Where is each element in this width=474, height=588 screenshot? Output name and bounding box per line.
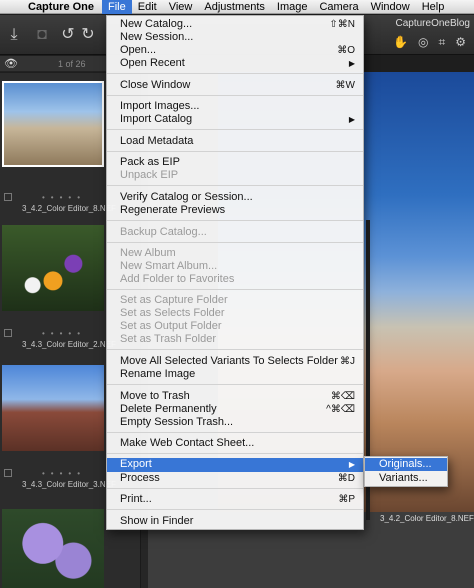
browser-count: 1 of 26 [58,59,86,69]
menu-item-load-metadata[interactable]: Load Metadata [107,135,363,148]
thumbnail-image[interactable] [2,225,104,311]
menu-camera[interactable]: Camera [313,0,364,14]
document-title: CaptureOneBlog [395,18,471,29]
menu-item-import-catalog[interactable]: Import Catalog ▶ [107,113,363,126]
viewer-caption: 3_4.2_Color Editor_8.NEF [380,514,474,523]
thumbnail-image[interactable] [2,81,104,167]
menu-item-close-window[interactable]: Close Window ⌘W [107,79,363,92]
menu-separator [107,242,363,243]
menu-separator [107,151,363,152]
menu-item-regenerate-previews[interactable]: Regenerate Previews [107,204,363,217]
menu-separator [107,129,363,130]
toolbar-right-tools: ✋ ◎ ⌗ ⚙ [393,35,466,50]
loupe-icon[interactable]: ◎ [418,35,428,50]
shortcut: ⌘O [337,45,355,56]
menu-separator [107,488,363,489]
eye-icon[interactable]: 👁 [4,57,18,70]
menu-item-open-recent[interactable]: Open Recent ▶ [107,57,363,70]
menu-item-rename-image[interactable]: Rename Image [107,368,363,381]
shortcut: ⌘W [335,80,355,91]
rotate-right-icon[interactable]: ↻ [78,25,98,45]
shortcut: ⌘P [338,494,355,505]
select-checkbox[interactable] [4,329,12,337]
menu-item-export[interactable]: Export ▶ [107,458,363,472]
menu-item-new-session[interactable]: New Session... [107,31,363,44]
menu-item-add-folder-favorites: Add Folder to Favorites [120,273,235,285]
menu-item-set-trash-folder: Set as Trash Folder [120,333,216,345]
shortcut: ^⌘⌫ [326,404,355,415]
menu-separator [107,185,363,186]
menu-view[interactable]: View [163,0,199,14]
menu-separator [107,95,363,96]
shortcut: ⌘⌫ [330,391,355,402]
menu-item-move-to-trash[interactable]: Move to Trash ⌘⌫ [107,390,363,403]
menu-bar: Capture One File Edit View Adjustments I… [0,0,474,14]
menu-separator [107,220,363,221]
menu-edit[interactable]: Edit [132,0,163,14]
rating-dots[interactable]: ••••• [42,193,86,202]
menu-item-open[interactable]: Open... ⌘O [107,44,363,57]
menu-item-pack-eip[interactable]: Pack as EIP [107,156,363,169]
select-checkbox[interactable] [4,193,12,201]
settings-icon[interactable]: ⚙ [455,35,466,50]
menu-separator [107,432,363,433]
menu-item-new-album: New Album [120,247,176,259]
menu-item-web-contact-sheet[interactable]: Make Web Contact Sheet... [107,437,363,450]
file-menu: New Catalog... ⇧⌘N New Session... Open...… [106,15,364,530]
menu-separator [107,453,363,454]
menu-file[interactable]: File [102,0,132,14]
menu-item-import-images[interactable]: Import Images... [107,100,363,113]
menu-item-delete-permanently[interactable]: Delete Permanently ^⌘⌫ [107,403,363,416]
submenu-item-variants[interactable]: Variants... [365,472,447,485]
select-checkbox[interactable] [4,469,12,477]
menu-item-move-to-selects[interactable]: Move All Selected Variants To Selects Fo… [107,355,363,368]
menu-item-set-capture-folder: Set as Capture Folder [120,294,228,306]
menu-app-name[interactable]: Capture One [24,0,102,14]
menu-item-set-selects-folder: Set as Selects Folder [120,307,225,319]
menu-item-new-smart-album: New Smart Album... [120,260,218,272]
rating-dots[interactable]: ••••• [42,329,86,338]
shortcut: ⌘J [340,356,355,367]
menu-item-unpack-eip: Unpack EIP [120,169,179,181]
menu-item-process[interactable]: Process ⌘D [107,472,363,485]
thumbnail-image[interactable] [2,365,104,451]
import-icon[interactable]: ⤓ [4,25,24,45]
capture-one-window: Capture One File Edit View Adjustments I… [0,0,474,588]
menu-separator [107,73,363,74]
menu-item-show-in-finder[interactable]: Show in Finder [107,515,363,528]
menu-image[interactable]: Image [271,0,314,14]
submenu-arrow-icon: ▶ [348,115,355,124]
menu-separator [107,384,363,385]
menu-adjustments[interactable]: Adjustments [198,0,271,14]
camera-icon[interactable]: ◘ [32,25,52,45]
export-submenu: Originals... Variants... [364,456,448,487]
menu-separator [107,289,363,290]
menu-window[interactable]: Window [365,0,416,14]
rotate-left-icon[interactable]: ↺ [58,25,78,45]
thumbnail-image[interactable] [2,509,104,588]
menu-help[interactable]: Help [416,0,451,14]
crop-icon[interactable]: ⌗ [438,35,445,50]
submenu-item-originals[interactable]: Originals... [365,458,447,471]
thumbnail-caption: 3_4.2_Color Editor_8.NEF [22,204,116,213]
shortcut: ⇧⌘N [329,19,355,30]
menu-item-new-catalog[interactable]: New Catalog... ⇧⌘N [107,18,363,31]
menu-item-verify-catalog[interactable]: Verify Catalog or Session... [107,191,363,204]
menu-separator [107,509,363,510]
menu-item-set-output-folder: Set as Output Folder [120,320,222,332]
thumbnail-caption: 3_4.3_Color Editor_3.NEF [22,480,116,489]
rating-dots[interactable]: ••••• [42,469,86,478]
submenu-arrow-icon: ▶ [348,460,355,469]
menu-item-empty-session-trash[interactable]: Empty Session Trash... [107,416,363,429]
shortcut: ⌘D [337,473,355,484]
submenu-arrow-icon: ▶ [348,59,355,68]
pan-tool-icon[interactable]: ✋ [393,35,408,50]
thumbnail-caption: 3_4.3_Color Editor_2.NEF [22,340,116,349]
menu-item-backup-catalog: Backup Catalog... [120,226,207,238]
menu-separator [107,349,363,350]
menu-item-print[interactable]: Print... ⌘P [107,493,363,506]
